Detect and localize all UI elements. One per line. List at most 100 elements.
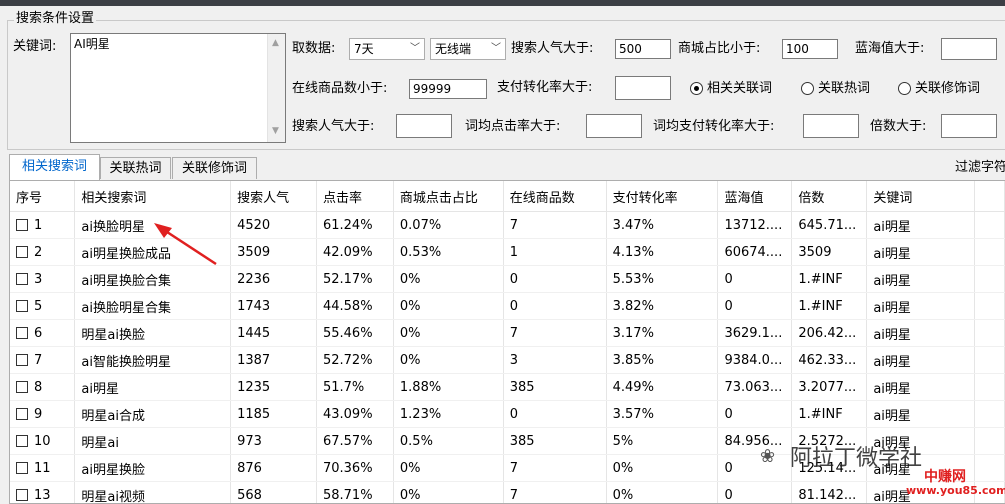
table-cell: ai明星 xyxy=(866,373,976,401)
row-checkbox[interactable] xyxy=(16,461,28,474)
brand-url: www.you85.com xyxy=(906,484,1005,497)
row-checkbox[interactable] xyxy=(16,272,28,285)
row-index: 2 xyxy=(34,244,43,260)
table-row[interactable]: 1 ai换脸明星 4520 61.24% 0.07% 7 3.47% 13712.... 645… xyxy=(10,211,1005,239)
radio-related[interactable] xyxy=(690,82,703,95)
column-header[interactable]: 在线商品数 xyxy=(503,181,607,212)
online-items-lt-input[interactable] xyxy=(409,79,487,99)
keyword-scrollbar[interactable]: ▲ ▼ xyxy=(267,34,285,142)
table-cell: 9 xyxy=(10,400,76,428)
keyword-textarea[interactable]: AI明星 ▲ ▼ xyxy=(70,33,286,143)
row-checkbox[interactable] xyxy=(16,488,28,501)
table-cell: 4.13% xyxy=(606,238,719,266)
avg-pay-conv-gt-label: 词均支付转化率大于: xyxy=(653,119,775,134)
row-checkbox[interactable] xyxy=(16,380,28,393)
radio-hot-label[interactable]: 关联热词 xyxy=(818,79,870,99)
period-select[interactable]: 7天 ﹀ xyxy=(349,38,425,60)
multiple-gt-input[interactable] xyxy=(941,114,997,138)
table-cell-filler xyxy=(974,346,1005,374)
table-cell: ai明星换脸 xyxy=(74,454,232,482)
column-header[interactable]: 搜索人气 xyxy=(230,181,317,212)
avg-click-gt-input[interactable] xyxy=(586,114,642,138)
radio-related-label[interactable]: 相关关联词 xyxy=(707,79,772,99)
search-pop-gt-input[interactable] xyxy=(615,39,671,59)
table-row[interactable]: 3 ai明星换脸合集 2236 52.17% 0% 0 5.53% 0 1.#INF ai明星 xyxy=(10,265,1005,293)
table-row[interactable]: 13 明星ai视频 568 58.71% 0% 7 0% 0 81.142... ai明星 xyxy=(10,481,1005,503)
column-header[interactable]: 商城点击占比 xyxy=(393,181,504,212)
column-header[interactable]: 序号 xyxy=(10,181,76,212)
row-checkbox[interactable] xyxy=(16,326,28,339)
table-cell: 52.17% xyxy=(316,265,394,293)
device-select[interactable]: 无线端 ﹀ xyxy=(430,38,506,60)
chevron-down-icon: ﹀ xyxy=(410,43,420,54)
table-cell: 7 xyxy=(503,319,607,347)
radio-hot[interactable] xyxy=(801,82,814,95)
table-cell-filler xyxy=(974,211,1005,239)
table-cell: ai明星 xyxy=(866,265,976,293)
table-row[interactable]: 7 ai智能换脸明星 1387 52.72% 0% 3 3.85% 9384.0... 462.… xyxy=(10,346,1005,374)
search-pop-gt2-input[interactable] xyxy=(396,114,452,138)
pay-conv-gt-label: 支付转化率大于: xyxy=(497,80,593,95)
table-cell: ai明星 xyxy=(866,400,976,428)
table-cell: 1185 xyxy=(230,400,317,428)
keyword-text: AI明星 xyxy=(74,37,110,51)
column-header[interactable]: 支付转化率 xyxy=(606,181,719,212)
table-cell: 1.#INF xyxy=(791,292,868,320)
column-header[interactable]: 关键词 xyxy=(866,181,976,212)
table-cell: 7 xyxy=(503,481,607,503)
scroll-up-icon[interactable]: ▲ xyxy=(272,38,279,48)
row-index: 13 xyxy=(34,487,51,503)
table-cell: 7 xyxy=(503,454,607,482)
column-header[interactable]: 点击率 xyxy=(316,181,394,212)
row-checkbox[interactable] xyxy=(16,245,28,258)
table-cell: 973 xyxy=(230,427,317,455)
fetch-data-label: 取数据: xyxy=(292,41,336,56)
table-row[interactable]: 9 明星ai合成 1185 43.09% 1.23% 0 3.57% 0 1.#INF ai明星 xyxy=(10,400,1005,428)
tab-related-modifier[interactable]: 关联修饰词 xyxy=(172,157,257,179)
tab-related-search[interactable]: 相关搜索词 xyxy=(9,154,100,180)
table-cell: 3509 xyxy=(791,238,868,266)
table-cell: ai明星换脸合集 xyxy=(74,265,232,293)
table-cell: 3.2077... xyxy=(791,373,868,401)
row-index: 9 xyxy=(34,406,43,422)
mall-ratio-lt-input[interactable] xyxy=(782,39,838,59)
table-row[interactable]: 2 ai明星换脸成品 3509 42.09% 0.53% 1 4.13% 60674.... 3… xyxy=(10,238,1005,266)
avg-pay-conv-gt-input[interactable] xyxy=(803,114,859,138)
row-checkbox[interactable] xyxy=(16,353,28,366)
table-cell: ai明星 xyxy=(866,238,976,266)
table-cell: 0.07% xyxy=(393,211,504,239)
table-cell: 4520 xyxy=(230,211,317,239)
keyword-label: 关键词: xyxy=(13,39,57,54)
row-index: 1 xyxy=(34,217,43,233)
radio-modifier-label[interactable]: 关联修饰词 xyxy=(915,79,980,99)
radio-modifier[interactable] xyxy=(898,82,911,95)
row-checkbox[interactable] xyxy=(16,407,28,420)
table-cell: 0% xyxy=(606,454,719,482)
row-checkbox[interactable] xyxy=(16,299,28,312)
table-cell: 876 xyxy=(230,454,317,482)
column-header[interactable]: 倍数 xyxy=(791,181,868,212)
column-header[interactable]: 蓝海值 xyxy=(717,181,793,212)
table-cell: ai明星 xyxy=(866,292,976,320)
table-cell: 60674.... xyxy=(717,238,793,266)
table-cell: 0% xyxy=(606,481,719,503)
tab-related-hot[interactable]: 关联热词 xyxy=(100,157,171,179)
table-cell: 4.49% xyxy=(606,373,719,401)
filter-label: 过滤字符 xyxy=(955,160,1005,175)
scroll-down-icon[interactable]: ▼ xyxy=(272,126,279,136)
table-cell: 9384.0... xyxy=(717,346,793,374)
row-checkbox[interactable] xyxy=(16,434,28,447)
watermark-text: 阿拉丁微学社 xyxy=(790,446,923,471)
blue-ocean-gt-input[interactable] xyxy=(941,38,997,60)
table-cell: ai换脸明星合集 xyxy=(74,292,232,320)
table-row[interactable]: 5 ai换脸明星合集 1743 44.58% 0% 0 3.82% 0 1.#INF ai明星 xyxy=(10,292,1005,320)
table-row[interactable]: 6 明星ai换脸 1445 55.46% 0% 7 3.17% 3629.1... 206.42… xyxy=(10,319,1005,347)
pay-conv-gt-input[interactable] xyxy=(615,76,671,100)
column-header[interactable]: 相关搜索词 xyxy=(74,181,232,212)
table-cell: 206.42... xyxy=(791,319,868,347)
group-title: 搜索条件设置 xyxy=(14,11,97,26)
row-checkbox[interactable] xyxy=(16,218,28,231)
period-value: 7天 xyxy=(354,42,374,56)
table-cell: 1 xyxy=(503,238,607,266)
table-row[interactable]: 8 ai明星 1235 51.7% 1.88% 385 4.49% 73.063... 3.20… xyxy=(10,373,1005,401)
